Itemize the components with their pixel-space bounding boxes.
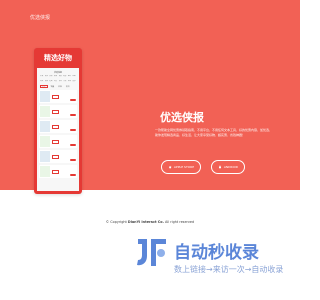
apple-store-label: APPLE STORE [173, 165, 195, 169]
product-card [39, 135, 77, 148]
buy-badge [70, 129, 76, 131]
copyright-footer: © Copyright DianYi Interact Co. All righ… [0, 220, 300, 224]
buy-badge [70, 144, 76, 146]
buy-badge [70, 114, 76, 116]
product-tag [52, 110, 59, 114]
product-tag [52, 95, 59, 99]
product-thumbnail [40, 136, 50, 147]
category-item: 女装 [40, 76, 44, 77]
category-item: 宠物 [58, 80, 62, 82]
copyright-suffix: All right reserved [164, 220, 195, 224]
product-tag [52, 140, 59, 144]
category-item: 百货 [53, 80, 58, 82]
product-thumbnail [40, 91, 50, 102]
android-label: ANDROID [223, 165, 239, 169]
category-grid: 女装 男装 美妆 食品 母婴 鞋包 数码 家居 内衣 配饰 运动 百货 宠物 文… [40, 75, 76, 83]
screen-title: 优选侠报 [53, 72, 62, 74]
watermark-title: 自动秒收录 [174, 243, 259, 263]
tab-discount: 折扣 [65, 86, 70, 88]
android-icon [218, 165, 221, 169]
company-name: DianYi Interact Co. [127, 220, 164, 224]
product-thumbnail [40, 151, 50, 162]
category-item: 文娱 [63, 80, 67, 82]
category-item: 更多 [72, 80, 76, 82]
category-item: 运动 [49, 80, 53, 82]
buy-badge [70, 159, 76, 161]
hero-section: 优选侠报 精选好物 优选侠报 女装 男装 美妆 食品 母婴 鞋包 数码 家居 内… [0, 0, 300, 194]
product-card [39, 105, 77, 118]
product-tag [52, 155, 59, 159]
phone-title: 精选好物 [44, 54, 72, 62]
android-button[interactable]: ANDROID [211, 160, 245, 174]
category-item: 内衣 [40, 80, 44, 82]
product-tag [52, 170, 59, 174]
product-thumbnail [40, 121, 50, 132]
product-thumbnail [40, 166, 50, 177]
apple-store-button[interactable]: APPLE STORE [161, 160, 201, 174]
phone-mockup: 精选好物 优选侠报 女装 男装 美妆 食品 母婴 鞋包 数码 家居 内衣 配饰 … [34, 48, 82, 194]
copyright-prefix: © Copyright [105, 220, 127, 224]
watermark: 自动秒收录 数上链接→来访一次→自动收录 [134, 236, 284, 280]
watermark-subtitle: 数上链接→来访一次→自动收录 [174, 265, 284, 274]
apple-icon [168, 165, 172, 169]
tab-price: 价格 [58, 86, 62, 88]
product-card [39, 90, 77, 103]
hero-title: 优选侠报 [160, 111, 204, 124]
category-item: 食品 [53, 76, 58, 77]
watermark-logo-icon [137, 239, 166, 266]
product-tag [52, 125, 59, 129]
tab-sales: 销量 [50, 86, 55, 88]
phone-screen: 优选侠报 女装 男装 美妆 食品 母婴 鞋包 数码 家居 内衣 配饰 运动 百货… [37, 68, 79, 191]
buy-badge [70, 99, 76, 101]
product-card [39, 165, 77, 178]
category-item: 男装 [44, 76, 48, 77]
category-item: 数码 [67, 76, 71, 77]
category-item: 美妆 [49, 76, 53, 77]
category-item: 母婴 [58, 76, 62, 77]
category-item: 配饰 [44, 80, 48, 82]
buy-badge [70, 174, 76, 176]
category-item: 车品 [67, 80, 71, 82]
category-item: 鞋包 [63, 76, 67, 77]
product-thumbnail [40, 106, 50, 117]
category-item: 家居 [72, 76, 76, 77]
product-card [39, 150, 77, 163]
brand-name[interactable]: 优选侠报 [30, 14, 50, 21]
sort-tabs: 综合 销量 价格 折扣 [40, 85, 76, 89]
tab-comprehensive: 综合 [40, 85, 48, 89]
product-card [39, 120, 77, 133]
hero-description: 一款帮助全网优惠券领取指南，不用平台，不用任何文本工具，好的优惠内容，加优选，助… [155, 128, 273, 137]
